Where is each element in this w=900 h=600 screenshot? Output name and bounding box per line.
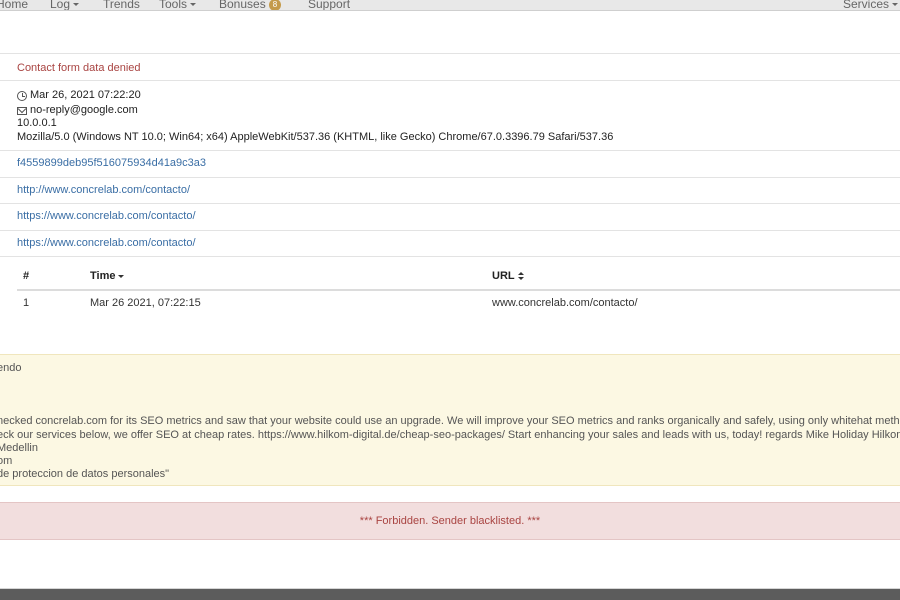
message-line: necked concrelab.com for its SEO metrics…	[0, 415, 900, 427]
message-line: om	[0, 455, 13, 467]
divider	[0, 256, 900, 257]
submission-status: Contact form data denied	[17, 62, 141, 74]
email-line: no-reply@google.com	[17, 104, 138, 117]
sort-desc-icon	[118, 274, 125, 278]
forbidden-alert: *** Forbidden. Sender blacklisted. ***	[0, 502, 900, 540]
page-url-link[interactable]: https://www.concrelab.com/contacto/	[17, 210, 196, 223]
divider	[0, 230, 900, 231]
message-line: de proteccion de datos personales"	[0, 468, 170, 480]
bonuses-count-badge: 8	[268, 0, 282, 10]
nav-bonuses-label: Bonuses	[219, 0, 266, 11]
col-header-time[interactable]: Time	[90, 270, 125, 282]
nav-home[interactable]: Home	[0, 0, 28, 10]
divider	[0, 150, 900, 151]
chevron-down-icon	[73, 3, 80, 7]
nav-services-label: Services	[843, 0, 890, 11]
nav-trends[interactable]: Trends	[103, 0, 140, 10]
submission-email: no-reply@google.com	[30, 104, 138, 116]
chevron-down-icon	[190, 3, 197, 7]
divider	[0, 80, 900, 81]
envelope-icon	[17, 106, 27, 115]
message-line: eck our services below, we offer SEO at …	[0, 429, 900, 441]
cell-url: www.concrelab.com/contacto/	[492, 297, 638, 309]
divider	[0, 203, 900, 204]
nav-services[interactable]: Services	[843, 0, 899, 11]
nav-support[interactable]: Support	[308, 0, 350, 10]
message-line: Medellin	[0, 442, 38, 454]
nav-tools[interactable]: Tools	[159, 0, 197, 11]
submission-user-agent: Mozilla/5.0 (Windows NT 10.0; Win64; x64…	[17, 131, 614, 143]
nav-log-label: Log	[50, 0, 71, 11]
chevron-down-icon	[892, 3, 899, 7]
message-box: endo necked concrelab.com for its SEO me…	[0, 354, 900, 486]
submission-hash-link[interactable]: f4559899deb95f516075934d41a9c3a3	[17, 157, 206, 170]
submission-ip: 10.0.0.1	[17, 117, 57, 129]
col-header-url-label: URL	[492, 270, 515, 282]
col-header-url[interactable]: URL	[492, 270, 524, 282]
timestamp-line: Mar 26, 2021 07:22:20	[17, 89, 141, 102]
col-header-index: #	[23, 270, 30, 282]
nav-log[interactable]: Log	[50, 0, 80, 11]
col-header-time-label: Time	[90, 270, 116, 282]
message-line: endo	[0, 362, 22, 374]
form-url-link[interactable]: https://www.concrelab.com/contacto/	[17, 237, 196, 250]
top-nav: Home Log Trends Tools Bonuses8 Support S…	[0, 0, 900, 11]
clock-icon	[17, 90, 27, 101]
table-header-divider	[17, 289, 900, 291]
nav-tools-label: Tools	[159, 0, 188, 11]
sort-icon	[517, 272, 524, 281]
cell-index: 1	[23, 297, 30, 309]
divider	[0, 53, 900, 54]
divider	[0, 177, 900, 178]
submission-timestamp: Mar 26, 2021 07:22:20	[30, 89, 141, 101]
nav-bonuses[interactable]: Bonuses 8	[219, 0, 282, 11]
cell-time: Mar 26 2021, 07:22:15	[90, 297, 201, 309]
referrer-url-link[interactable]: http://www.concrelab.com/contacto/	[17, 184, 190, 197]
